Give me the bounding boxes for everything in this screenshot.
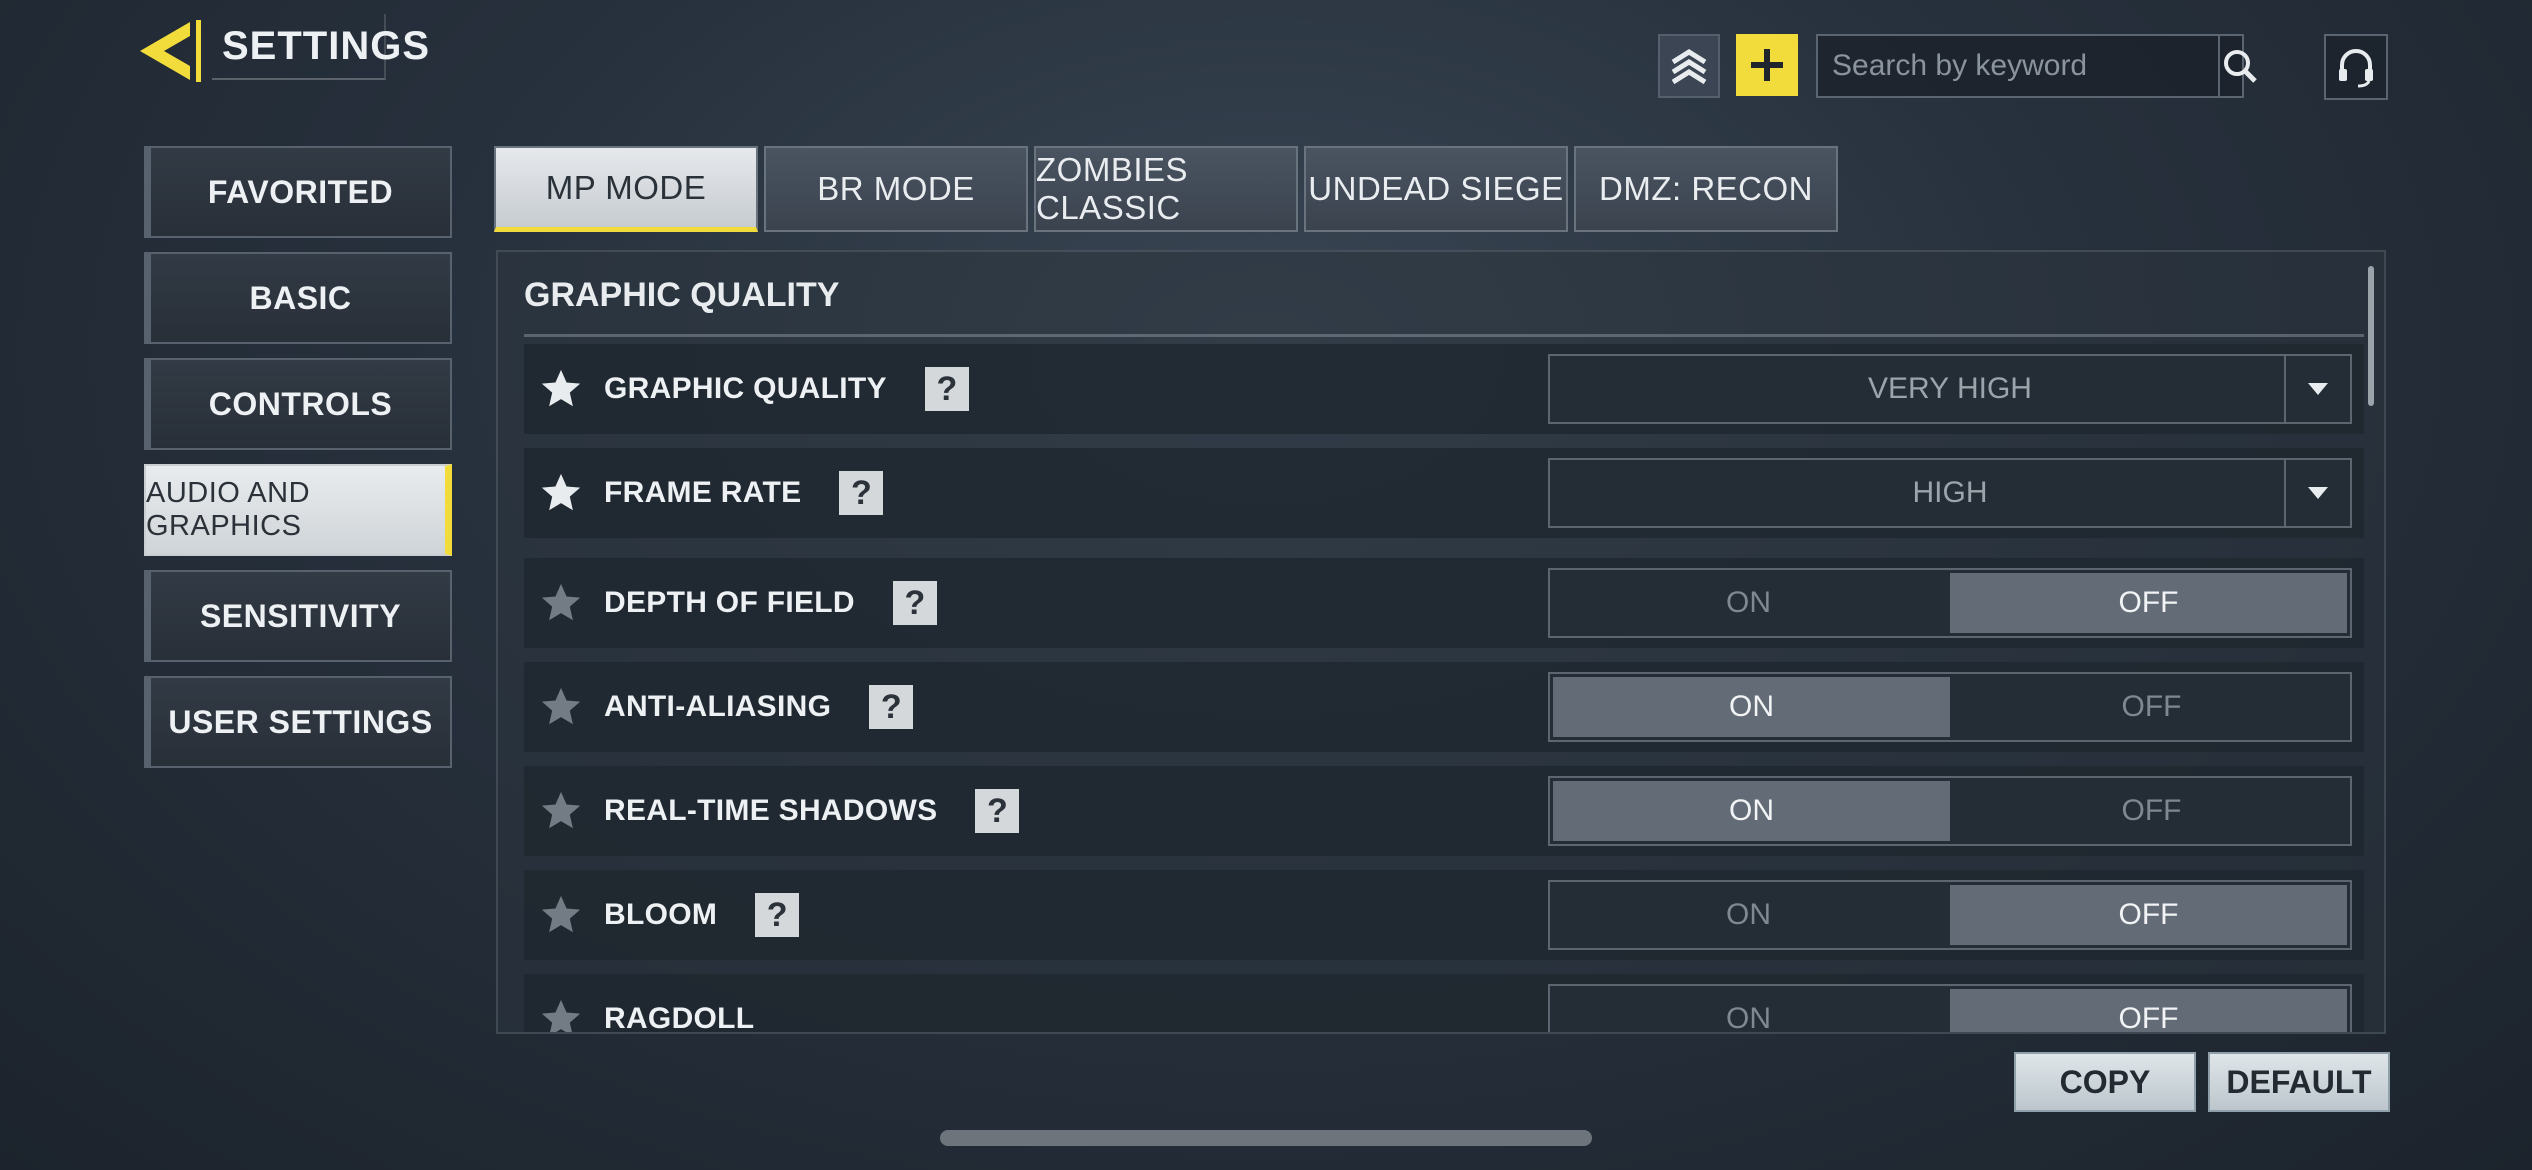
star-icon[interactable]: [538, 892, 584, 938]
toggle-on[interactable]: ON: [1553, 781, 1950, 841]
setting-row-ragdoll: RAGDOLL ON OFF: [524, 974, 2364, 1034]
sidebar-item-user-settings[interactable]: USER SETTINGS: [144, 676, 452, 768]
bloom-toggle: ON OFF: [1548, 880, 2352, 950]
setting-row-anti-aliasing: ANTI-ALIASING ? ON OFF: [524, 662, 2364, 752]
sidebar-item-favorited[interactable]: FAVORITED: [144, 146, 452, 238]
settings-sidebar: FAVORITED BASIC CONTROLS AUDIO AND GRAPH…: [144, 146, 452, 782]
search-icon: [2224, 50, 2257, 83]
toggle-on[interactable]: ON: [1553, 677, 1950, 737]
copy-button[interactable]: COPY: [2014, 1052, 2196, 1112]
anti-aliasing-toggle: ON OFF: [1548, 672, 2352, 742]
help-icon[interactable]: ?: [924, 367, 969, 411]
star-icon[interactable]: [538, 366, 584, 412]
setting-row-real-time-shadows: REAL-TIME SHADOWS ? ON OFF: [524, 766, 2364, 856]
add-button[interactable]: [1736, 34, 1798, 96]
setting-row-graphic-quality: GRAPHIC QUALITY ? VERY HIGH: [524, 344, 2364, 434]
setting-row-bloom: BLOOM ? ON OFF: [524, 870, 2364, 960]
star-icon[interactable]: [538, 684, 584, 730]
dropdown-arrow-icon: [2284, 460, 2350, 526]
sidebar-item-controls[interactable]: CONTROLS: [144, 358, 452, 450]
section-title: GRAPHIC QUALITY: [524, 276, 840, 314]
setting-label: RAGDOLL: [604, 1002, 755, 1034]
help-icon[interactable]: ?: [975, 789, 1020, 833]
help-icon[interactable]: ?: [839, 471, 884, 515]
back-button[interactable]: [130, 16, 204, 86]
help-icon[interactable]: ?: [869, 685, 914, 729]
star-icon[interactable]: [538, 788, 584, 834]
star-icon[interactable]: [538, 470, 584, 516]
setting-label: REAL-TIME SHADOWS: [604, 794, 938, 827]
dropdown-value: HIGH: [1912, 476, 1988, 509]
page-title: SETTINGS: [212, 14, 429, 80]
toggle-off[interactable]: OFF: [1953, 778, 2350, 844]
star-icon[interactable]: [538, 580, 584, 626]
star-icon[interactable]: [538, 996, 584, 1034]
ragdoll-toggle: ON OFF: [1548, 984, 2352, 1032]
section-divider: [524, 334, 2364, 337]
home-indicator[interactable]: [940, 1130, 1592, 1146]
tab-mp-mode[interactable]: MP MODE: [494, 146, 758, 232]
dropdown-value: VERY HIGH: [1868, 372, 2032, 405]
toggle-off[interactable]: OFF: [1950, 989, 2347, 1032]
tab-br-mode[interactable]: BR MODE: [764, 146, 1028, 232]
panel-scrollbar[interactable]: [2368, 266, 2374, 406]
toggle-off[interactable]: OFF: [1950, 573, 2347, 633]
setting-row-frame-rate: FRAME RATE ? HIGH: [524, 448, 2364, 538]
graphic-quality-dropdown[interactable]: VERY HIGH: [1548, 354, 2352, 424]
setting-label: GRAPHIC QUALITY: [604, 372, 887, 405]
headset-icon: [2339, 49, 2373, 88]
real-time-shadows-toggle: ON OFF: [1548, 776, 2352, 846]
toggle-on[interactable]: ON: [1550, 570, 1947, 636]
tab-zombies-classic[interactable]: ZOMBIES CLASSIC: [1034, 146, 1298, 232]
setting-label: ANTI-ALIASING: [604, 690, 832, 723]
search-button[interactable]: [2218, 36, 2260, 96]
toggle-off[interactable]: OFF: [1953, 674, 2350, 740]
setting-label: BLOOM: [604, 898, 718, 931]
sidebar-item-audio-and-graphics[interactable]: AUDIO AND GRAPHICS: [144, 464, 452, 556]
toggle-on[interactable]: ON: [1550, 986, 1947, 1032]
search-box: [1816, 34, 2257, 98]
help-icon[interactable]: ?: [755, 893, 800, 937]
depth-of-field-toggle: ON OFF: [1548, 568, 2352, 638]
settings-panel: GRAPHIC QUALITY GRAPHIC QUALITY ? VERY H…: [496, 250, 2386, 1034]
back-arrow-icon: [140, 20, 201, 82]
setting-label: DEPTH OF FIELD: [604, 586, 855, 619]
mode-tabs: MP MODE BR MODE ZOMBIES CLASSIC UNDEAD S…: [494, 146, 1838, 232]
sidebar-item-basic[interactable]: BASIC: [144, 252, 452, 344]
setting-label: FRAME RATE: [604, 476, 802, 509]
tab-dmz-recon[interactable]: DMZ: RECON: [1574, 146, 1838, 232]
frame-rate-dropdown[interactable]: HIGH: [1548, 458, 2352, 528]
help-icon[interactable]: ?: [892, 581, 937, 625]
dropdown-arrow-icon: [2284, 356, 2350, 422]
support-button[interactable]: [2324, 34, 2388, 100]
setting-row-depth-of-field: DEPTH OF FIELD ? ON OFF: [524, 558, 2364, 648]
tab-undead-siege[interactable]: UNDEAD SIEGE: [1304, 146, 1568, 232]
rank-chevron-icon: [1671, 49, 1707, 85]
toggle-on[interactable]: ON: [1550, 882, 1947, 948]
toggle-off[interactable]: OFF: [1950, 885, 2347, 945]
default-button[interactable]: DEFAULT: [2208, 1052, 2390, 1112]
plus-icon: [1751, 49, 1783, 81]
sidebar-item-sensitivity[interactable]: SENSITIVITY: [144, 570, 452, 662]
search-input[interactable]: [1818, 36, 2218, 96]
rank-button[interactable]: [1658, 34, 1720, 98]
